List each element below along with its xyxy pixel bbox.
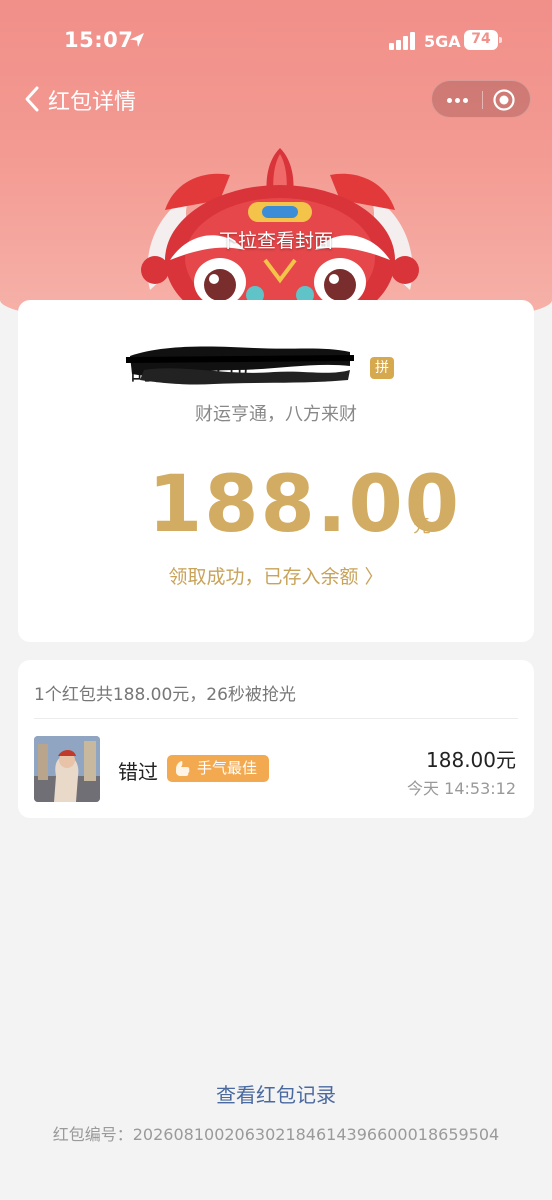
sender-row: 的拜年红包 拼 [18,346,534,386]
status-time: 15:07 [64,28,134,52]
page-title: 红包详情 [48,90,137,115]
balance-link[interactable]: 领取成功，已存入余额 〉 [18,562,534,589]
currency-unit: 元 [413,516,431,537]
greeting-message: 财运亨通，八方来财 [195,404,357,425]
claim-record-card: 1个红包共188.00元，26秒被抢光 错过 手气最佳 188.00元 今天 1… [18,660,534,818]
receiver-name: 错过 [118,760,158,784]
claim-record-row[interactable]: 错过 手气最佳 188.00元 今天 14:53:12 [18,720,534,816]
amount-row: 188.00 元 [18,460,534,550]
best-luck-label: 手气最佳 [197,759,258,777]
more-dot-icon [455,98,460,103]
lion-dance-cover-image[interactable] [120,140,440,310]
redaction-scribble [125,346,355,385]
location-arrow-icon [130,33,144,47]
close-target-icon[interactable] [492,88,516,112]
view-red-packet-records-link[interactable]: 查看红包记录 [0,1079,552,1108]
best-luck-badge: 手气最佳 [167,755,269,782]
capsule-divider [482,91,483,109]
hand-thumb-icon [176,761,190,776]
more-dot-icon [463,98,468,103]
more-dot-icon [447,98,452,103]
status-bar: 15:07 5GA 74 [0,0,552,80]
divider [34,718,518,719]
chevron-left-icon [25,86,39,112]
pin-badge: 拼 [370,357,394,379]
red-packet-id: 红包编号：20260810020630218461439660001865950… [52,1125,500,1144]
record-time: 今天 14:53:12 [407,779,516,798]
red-packet-card: 的拜年红包 拼 财运亨通，八方来财 188.00 元 领取成功，已存入余额 〉 [18,300,534,642]
pull-down-cover-hint[interactable]: 下拉查看封面 [0,226,552,253]
signal-bars-icon [389,32,415,50]
battery-tip [499,37,502,43]
battery-level: 74 [471,31,491,47]
back-button[interactable]: 红包详情 [22,82,172,116]
mini-program-capsule [431,80,531,118]
record-amount: 188.00元 [426,748,516,772]
more-button[interactable] [432,81,482,119]
avatar[interactable] [34,736,100,802]
network-type: 5GA [424,32,461,51]
battery-indicator: 74 [464,30,502,50]
red-packet-detail-page: 15:07 5GA 74 红包详情 下拉查看封面 拼 财运亨通，八方来财 188… [0,0,552,1200]
claim-summary: 1个红包共188.00元，26秒被抢光 [34,685,296,705]
